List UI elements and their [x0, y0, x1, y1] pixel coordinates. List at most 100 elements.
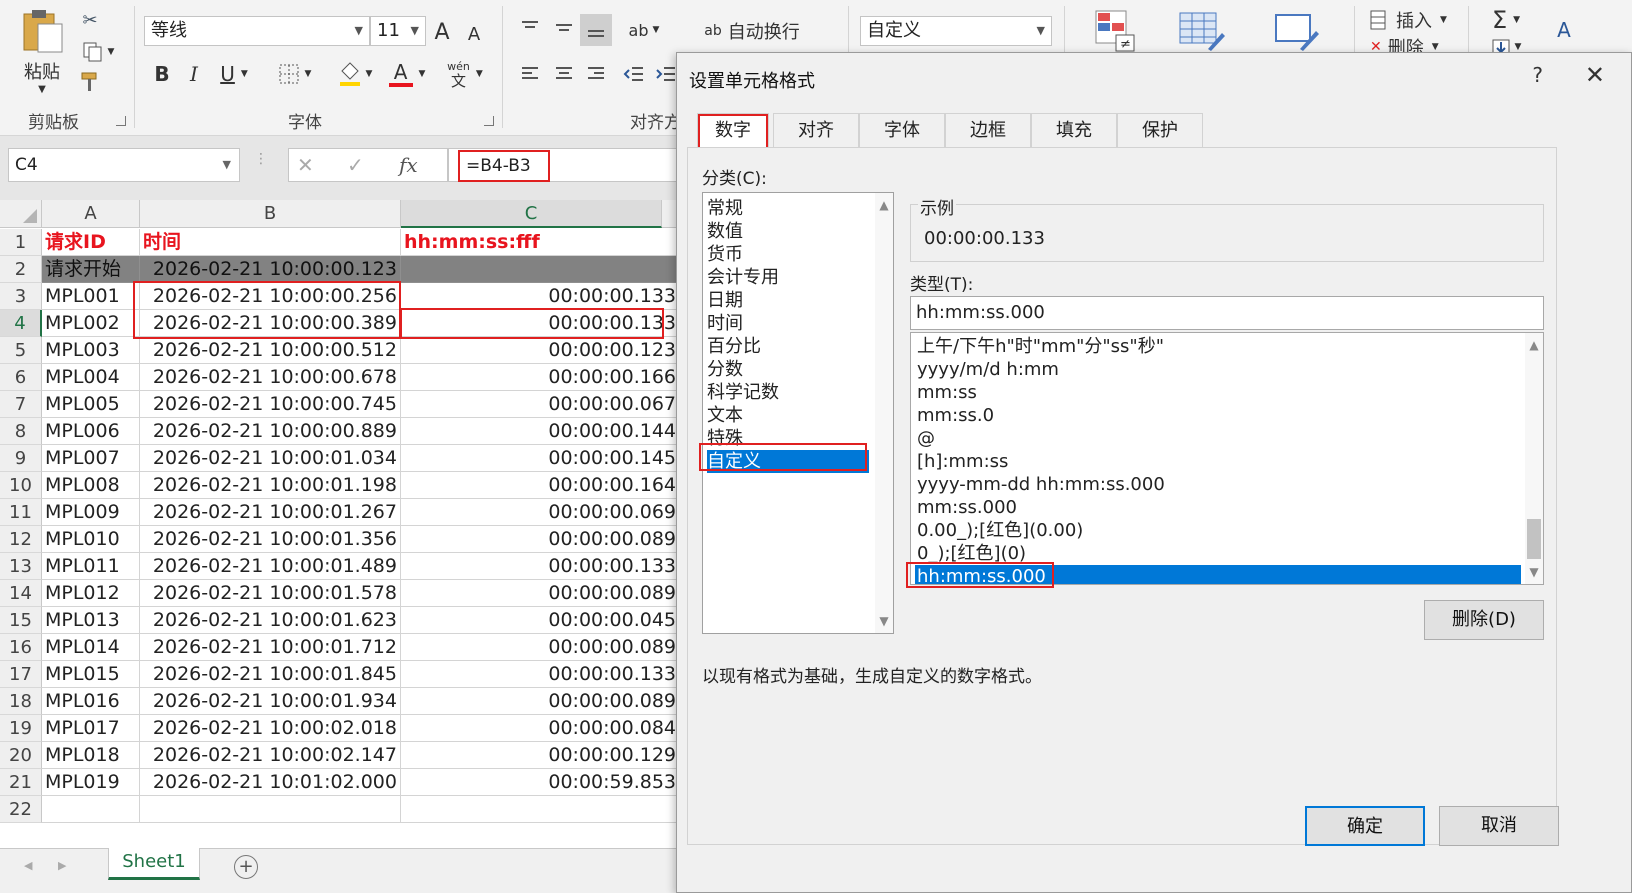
bold-button[interactable]: B	[148, 60, 176, 88]
cell-a18[interactable]: MPL016	[42, 688, 140, 715]
dialog-launcher-icon[interactable]	[116, 116, 126, 126]
cell-c12[interactable]: 00:00:00.089	[401, 526, 680, 553]
cell-c10[interactable]: 00:00:00.164	[401, 472, 680, 499]
cell-c3[interactable]: 00:00:00.133	[401, 283, 680, 310]
cell-c8[interactable]: 00:00:00.144	[401, 418, 680, 445]
format-list[interactable]: 上午/下午h"时"mm"分"ss"秒" yyyy/m/d h:mm mm:ss mm:…	[910, 332, 1544, 585]
fill-color-button[interactable]: ▼	[332, 58, 378, 90]
cell-b12[interactable]: 2026-02-21 10:00:01.356	[140, 526, 401, 553]
orientation-icon[interactable]: ab ▼	[624, 18, 664, 42]
format-item[interactable]: mm:ss.0	[915, 404, 1521, 427]
cell-c6[interactable]: 00:00:00.166	[401, 364, 680, 391]
align-right-icon[interactable]	[582, 60, 610, 88]
cell-b13[interactable]: 2026-02-21 10:00:01.489	[140, 553, 401, 580]
align-top-icon[interactable]	[516, 14, 544, 42]
tab-fill[interactable]: 填充	[1031, 113, 1117, 148]
decrease-indent-icon[interactable]	[620, 60, 648, 88]
format-item[interactable]: 0_);[红色](0)	[915, 542, 1521, 565]
cell-b9[interactable]: 2026-02-21 10:00:01.034	[140, 445, 401, 472]
scroll-thumb[interactable]	[1527, 519, 1541, 559]
cell-c7[interactable]: 00:00:00.067	[401, 391, 680, 418]
formula-bar-grip[interactable]: ⋮	[254, 152, 268, 174]
column-header-c[interactable]: C	[401, 200, 662, 228]
category-item[interactable]: 百分比	[707, 335, 761, 358]
type-input[interactable]: hh:mm:ss.000	[910, 296, 1544, 330]
row-header[interactable]: 14	[0, 580, 42, 607]
row-header[interactable]: 6	[0, 364, 42, 391]
row-header[interactable]: 2	[0, 256, 42, 283]
category-item[interactable]: 货币	[707, 243, 743, 266]
borders-button[interactable]: ▼	[272, 60, 318, 88]
cell-a1[interactable]: 请求ID	[42, 229, 140, 256]
cell-a10[interactable]: MPL008	[42, 472, 140, 499]
cell-c14[interactable]: 00:00:00.089	[401, 580, 680, 607]
scroll-down-icon[interactable]: ▼	[875, 611, 893, 631]
add-sheet-icon[interactable]: +	[234, 855, 258, 879]
row-header[interactable]: 1	[0, 229, 42, 256]
cell-c21[interactable]: 00:00:59.853	[401, 769, 680, 796]
category-item[interactable]: 文本	[707, 404, 743, 427]
format-item[interactable]: @	[915, 427, 1521, 450]
cell-c11[interactable]: 00:00:00.069	[401, 499, 680, 526]
cell-a17[interactable]: MPL015	[42, 661, 140, 688]
format-item[interactable]: mm:ss.000	[915, 496, 1521, 519]
row-header[interactable]: 11	[0, 499, 42, 526]
cell-b6[interactable]: 2026-02-21 10:00:00.678	[140, 364, 401, 391]
format-painter-icon[interactable]	[78, 70, 102, 94]
cell-a13[interactable]: MPL011	[42, 553, 140, 580]
cancel-button[interactable]: 取消	[1439, 806, 1559, 846]
row-header[interactable]: 22	[0, 796, 42, 823]
font-name-select[interactable]: 等线 ▼	[144, 16, 370, 46]
sheet-tab-sheet1[interactable]: Sheet1	[108, 848, 200, 880]
cell-c4[interactable]: 00:00:00.133	[401, 310, 680, 337]
cell-a7[interactable]: MPL005	[42, 391, 140, 418]
cell-c13[interactable]: 00:00:00.133	[401, 553, 680, 580]
row-header[interactable]: 8	[0, 418, 42, 445]
column-header-a[interactable]: A	[42, 200, 140, 228]
shrink-font-button[interactable]: A	[462, 22, 486, 46]
scroll-up-icon[interactable]: ▲	[1525, 335, 1543, 355]
row-header[interactable]: 7	[0, 391, 42, 418]
font-color-button[interactable]: A ▼	[384, 58, 430, 90]
category-scrollbar[interactable]: ▲ ▼	[875, 193, 893, 633]
cell-b22[interactable]	[140, 796, 401, 823]
category-list[interactable]: 常规 数值 货币 会计专用 日期 时间 百分比 分数 科学记数 文本 特殊 自定义 ▲ ▼	[699, 192, 894, 634]
row-header[interactable]: 4	[0, 310, 42, 337]
cell-c22[interactable]	[401, 796, 680, 823]
cell-b10[interactable]: 2026-02-21 10:00:01.198	[140, 472, 401, 499]
category-item[interactable]: 常规	[707, 197, 743, 220]
format-item[interactable]: mm:ss	[915, 381, 1521, 404]
align-middle-icon[interactable]	[550, 14, 578, 42]
category-item[interactable]: 日期	[707, 289, 743, 312]
cell-c19[interactable]: 00:00:00.084	[401, 715, 680, 742]
cell-a21[interactable]: MPL019	[42, 769, 140, 796]
format-item[interactable]: yyyy/m/d h:mm	[915, 358, 1521, 381]
format-item[interactable]: 0.00_);[红色](0.00)	[915, 519, 1521, 542]
cell-c16[interactable]: 00:00:00.089	[401, 634, 680, 661]
cell-b1[interactable]: 时间	[140, 229, 401, 256]
align-left-icon[interactable]	[516, 60, 544, 88]
row-header[interactable]: 9	[0, 445, 42, 472]
copy-icon[interactable]: ▼	[78, 40, 118, 64]
cell-c18[interactable]: 00:00:00.089	[401, 688, 680, 715]
row-header[interactable]: 17	[0, 661, 42, 688]
underline-button[interactable]: U ▼	[212, 60, 256, 88]
cell-a20[interactable]: MPL018	[42, 742, 140, 769]
row-header[interactable]: 5	[0, 337, 42, 364]
cell-a6[interactable]: MPL004	[42, 364, 140, 391]
cell-b5[interactable]: 2026-02-21 10:00:00.512	[140, 337, 401, 364]
cell-a4[interactable]: MPL002	[42, 310, 140, 337]
format-scrollbar[interactable]: ▲ ▼	[1525, 333, 1543, 584]
tab-font[interactable]: 字体	[859, 113, 945, 148]
cell-a12[interactable]: MPL010	[42, 526, 140, 553]
select-all-corner[interactable]	[0, 200, 42, 228]
worksheet-grid[interactable]: A B C 1 请求ID 时间 hh:mm:ss:fff 2 请求开始 2026-02-21…	[0, 200, 680, 848]
cell-c5[interactable]: 00:00:00.123	[401, 337, 680, 364]
cell-b15[interactable]: 2026-02-21 10:00:01.623	[140, 607, 401, 634]
font-size-select[interactable]: 11 ▼	[370, 16, 426, 46]
cell-a5[interactable]: MPL003	[42, 337, 140, 364]
format-item[interactable]: 上午/下午h"时"mm"分"ss"秒"	[915, 335, 1521, 358]
tab-alignment[interactable]: 对齐	[773, 113, 859, 148]
category-item[interactable]: 会计专用	[707, 266, 779, 289]
category-item[interactable]: 分数	[707, 358, 743, 381]
